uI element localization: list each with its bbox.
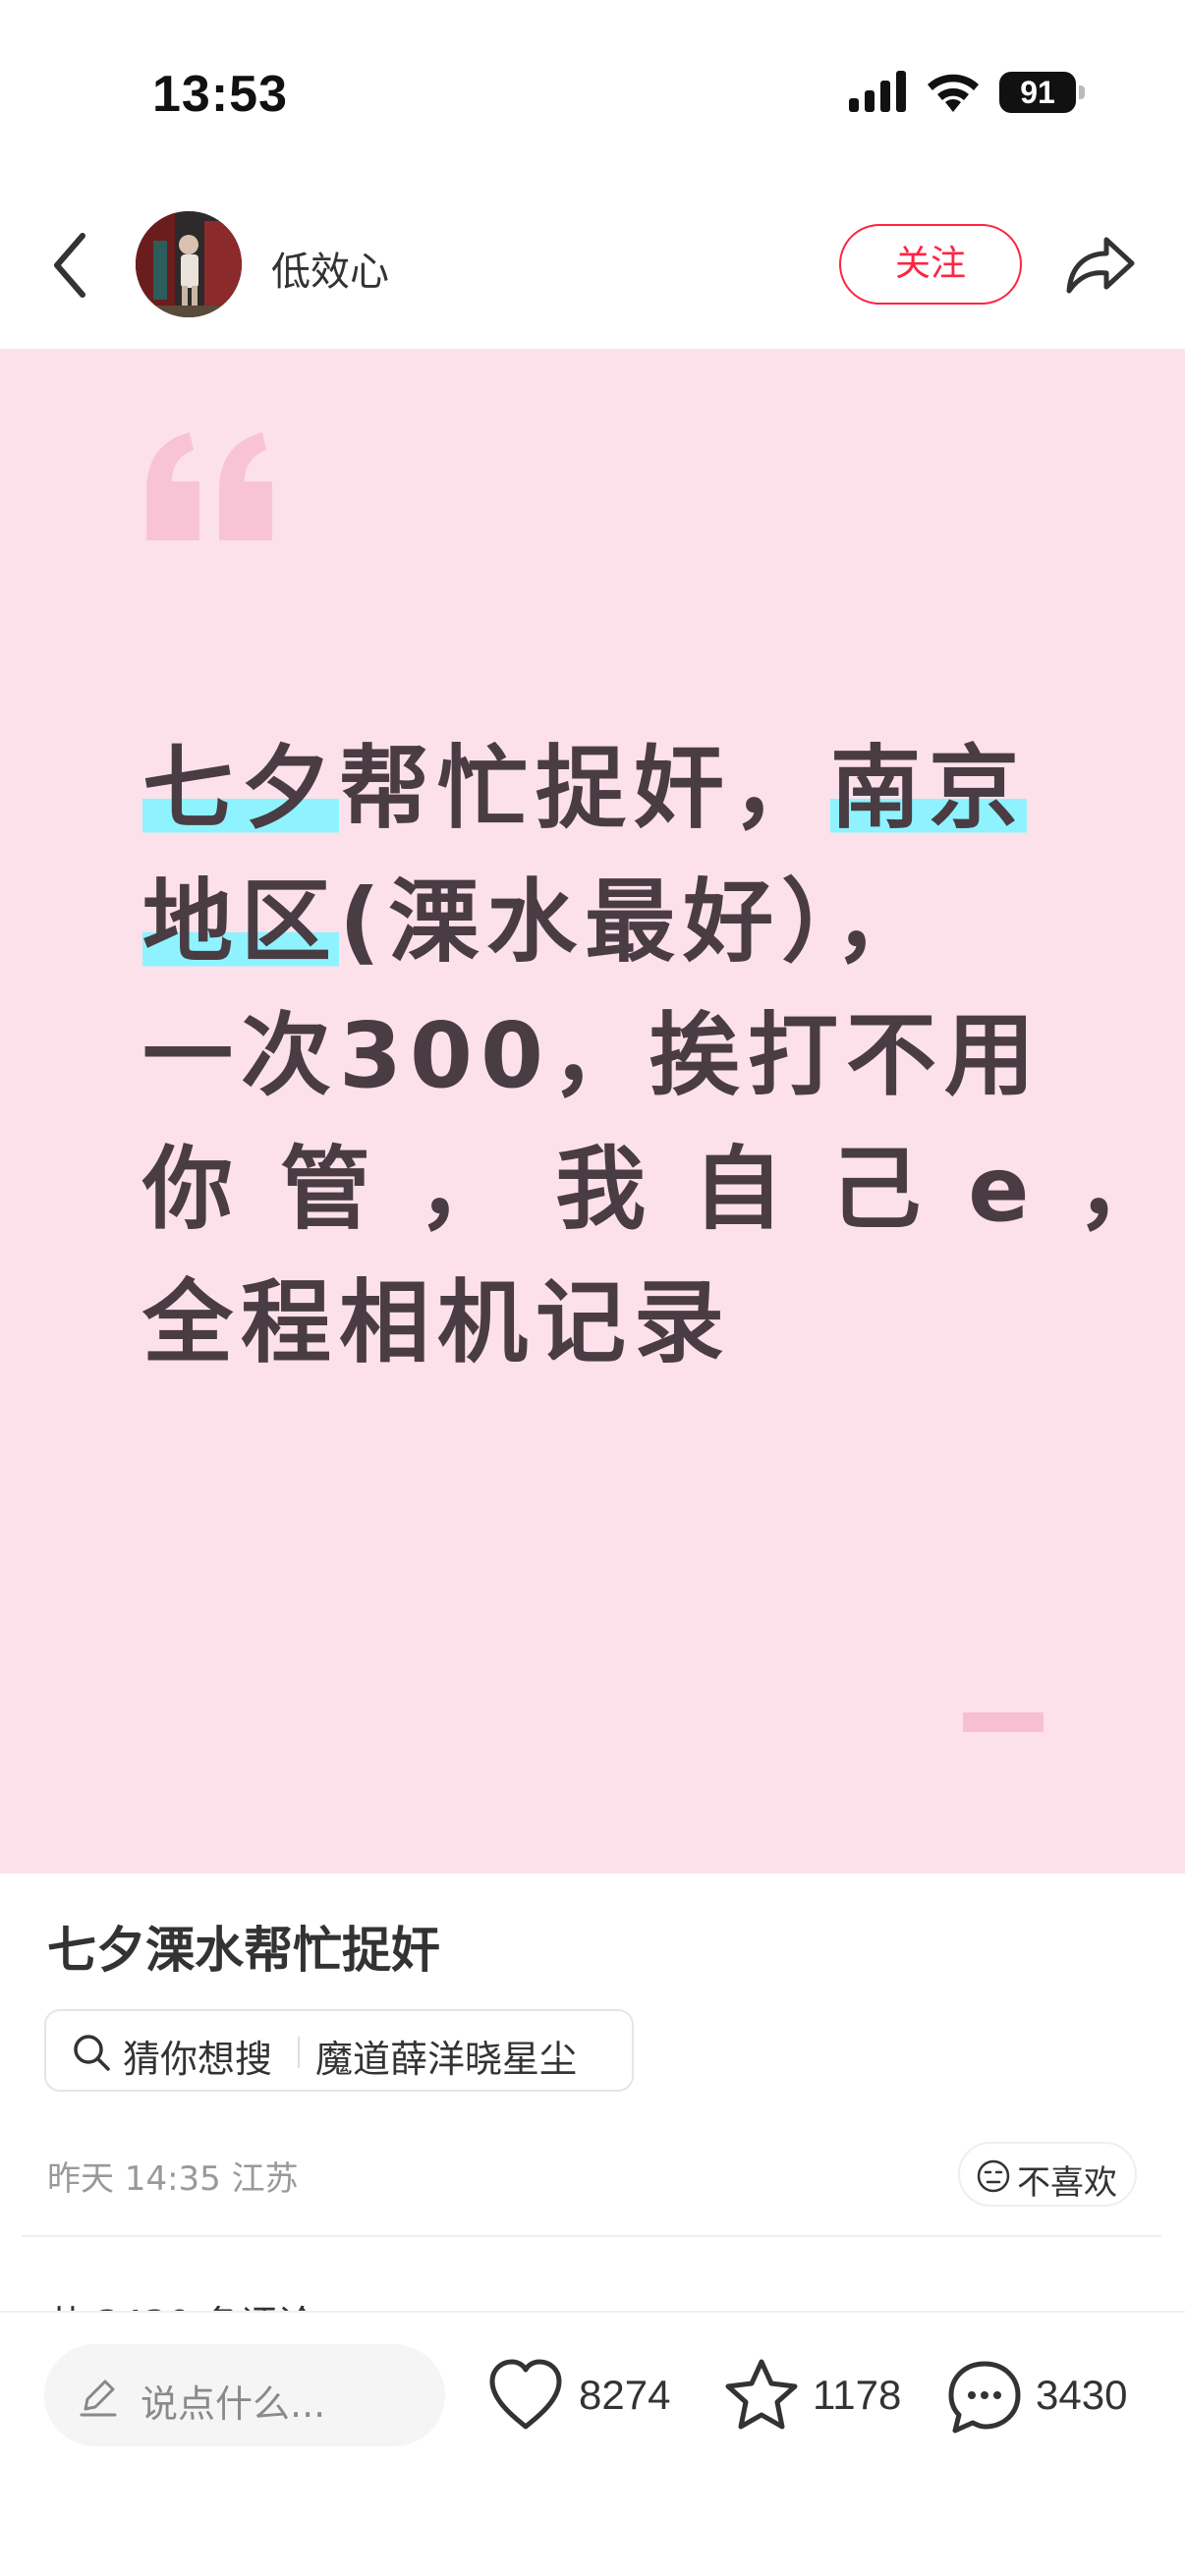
search-icon: [74, 2035, 110, 2071]
card-line: 全程相机记录: [142, 1257, 1056, 1390]
card-text-segment: 你 管 ， 我 自 己 e ，: [142, 1137, 1175, 1242]
card-text: 七夕帮忙捉奸，南京 地区(溧水最好）， 一次300，挨打不用 你 管 ， 我 自…: [142, 722, 1167, 1390]
comment-placeholder: 说点什么...: [141, 2382, 326, 2426]
comment-input[interactable]: 说点什么...: [44, 2344, 445, 2446]
card-text-segment: 帮忙捉奸，: [339, 736, 831, 841]
search-divider: [298, 2037, 300, 2068]
card-decoration-dash: [963, 1712, 1044, 1732]
collect-count: 1178: [813, 2372, 902, 2418]
collect-button[interactable]: 1178: [722, 2352, 909, 2440]
card-highlight: 地区: [142, 869, 340, 975]
share-arrow-icon[interactable]: [1061, 228, 1140, 303]
wifi-icon: [928, 74, 979, 112]
back-button[interactable]: [37, 226, 106, 305]
battery-indicator: 91: [999, 72, 1086, 113]
comments-count: 3430: [1036, 2372, 1128, 2418]
status-bar: 13:53 91: [0, 0, 1185, 187]
post-meta: 昨天 14:35 江苏: [47, 2159, 299, 2199]
card-line: 你 管 ， 我 自 己 e ，: [142, 1123, 1167, 1257]
card-text-segment: 一次300，挨打不用: [142, 1003, 1044, 1108]
heart-icon: [489, 2359, 562, 2430]
cellular-signal-icon: [849, 71, 906, 112]
like-count: 8274: [579, 2372, 671, 2418]
card-line: 地区(溧水最好），: [142, 856, 1056, 989]
post-header: 低效心 关注: [0, 187, 1185, 349]
quote-mark-icon: [146, 432, 272, 540]
status-time: 13:53: [152, 66, 288, 123]
neutral-face-icon: [977, 2159, 1010, 2193]
card-text-segment: 全程相机记录: [142, 1270, 733, 1375]
post-title: 七夕溧水帮忙捉奸: [47, 1922, 440, 1979]
follow-button[interactable]: 关注: [839, 224, 1022, 305]
post-image-card[interactable]: 七夕帮忙捉奸，南京 地区(溧水最好）， 一次300，挨打不用 你 管 ， 我 自…: [0, 349, 1185, 1874]
card-line: 一次300，挨打不用: [142, 989, 1056, 1123]
battery-level: 91: [1020, 75, 1055, 110]
pencil-icon: [80, 2380, 117, 2417]
chat-bubble-icon: [948, 2361, 1021, 2434]
card-text-segment: (溧水最好），: [339, 869, 933, 975]
search-label: 猜你想搜: [123, 2038, 273, 2081]
battery-tip: [1079, 85, 1085, 99]
card-highlight: 南京: [830, 736, 1028, 841]
dislike-label: 不喜欢: [1017, 2163, 1117, 2203]
card-line: 七夕帮忙捉奸，南京: [142, 722, 1056, 856]
comment-button[interactable]: 3430: [945, 2352, 1152, 2440]
section-divider: [22, 2235, 1161, 2237]
author-name[interactable]: 低效心: [271, 240, 389, 297]
card-highlight: 七夕: [142, 736, 340, 841]
search-term: 魔道薛洋晓星尘: [315, 2038, 578, 2081]
avatar-image: [136, 211, 242, 317]
like-button[interactable]: 8274: [486, 2352, 683, 2440]
dislike-button[interactable]: 不喜欢: [958, 2142, 1137, 2207]
bottom-action-bar: 说点什么... 8274 1178 3430: [0, 2311, 1185, 2576]
star-icon: [725, 2359, 798, 2430]
search-suggestion[interactable]: 猜你想搜 魔道薛洋晓星尘: [44, 2009, 634, 2092]
avatar[interactable]: [136, 211, 242, 317]
